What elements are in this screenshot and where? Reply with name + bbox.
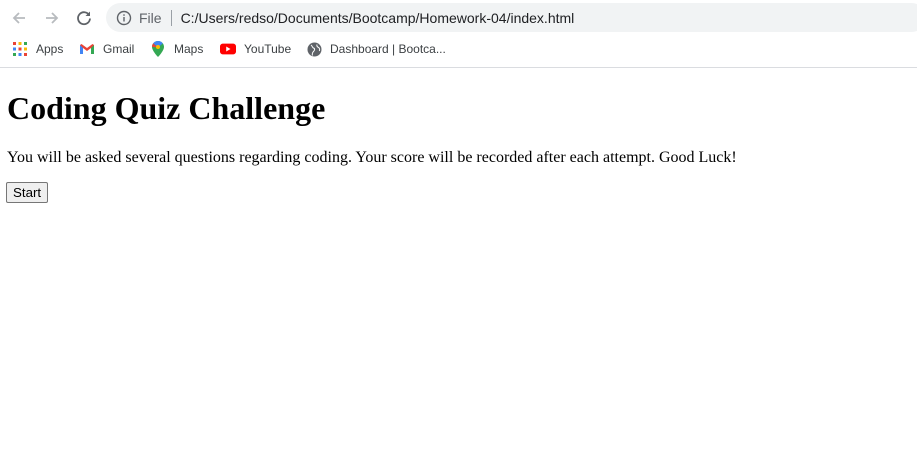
address-bar[interactable]: File C:/Users/redso/Documents/Bootcamp/H… xyxy=(106,3,917,32)
forward-button[interactable] xyxy=(40,6,64,30)
page-title: Coding Quiz Challenge xyxy=(7,90,326,126)
quiz-description: You will be asked several questions rega… xyxy=(7,149,737,166)
bookmark-dashboard[interactable]: Dashboard | Bootca... xyxy=(306,37,446,61)
bookmark-label: Dashboard | Bootca... xyxy=(330,42,446,56)
gmail-icon xyxy=(79,41,95,57)
back-button[interactable] xyxy=(7,6,31,30)
bookmark-gmail[interactable]: Gmail xyxy=(79,37,134,61)
bookmark-label: Maps xyxy=(174,42,204,56)
browser-chrome: File C:/Users/redso/Documents/Bootcamp/H… xyxy=(0,0,917,68)
globe-icon xyxy=(306,41,322,57)
reload-button[interactable] xyxy=(72,6,96,30)
url-text[interactable]: C:/Users/redso/Documents/Bootcamp/Homewo… xyxy=(181,10,575,26)
youtube-icon xyxy=(220,41,236,57)
bookmark-maps[interactable]: Maps xyxy=(150,37,203,61)
bookmark-label: Gmail xyxy=(103,42,135,56)
bookmark-apps[interactable]: Apps xyxy=(12,37,63,61)
arrow-right-icon xyxy=(46,12,59,24)
page-content: Coding Quiz Challenge You will be asked … xyxy=(0,68,917,476)
address-divider xyxy=(170,9,172,26)
bookmarks-bar: Apps Gmail Maps YouTube Dashboard | Boot… xyxy=(0,37,917,61)
browser-toolbar: File C:/Users/redso/Documents/Bootcamp/H… xyxy=(0,0,917,36)
maps-pin-icon xyxy=(150,41,166,57)
info-icon[interactable] xyxy=(116,10,132,26)
apps-grid-icon xyxy=(12,41,28,57)
start-button[interactable]: Start xyxy=(6,182,49,203)
arrow-left-icon xyxy=(12,12,25,24)
bookmark-label: YouTube xyxy=(244,42,292,56)
file-scheme-label: File xyxy=(139,9,162,26)
bookmark-label: Apps xyxy=(36,42,64,56)
bookmark-youtube[interactable]: YouTube xyxy=(220,37,291,61)
reload-icon xyxy=(77,11,91,26)
